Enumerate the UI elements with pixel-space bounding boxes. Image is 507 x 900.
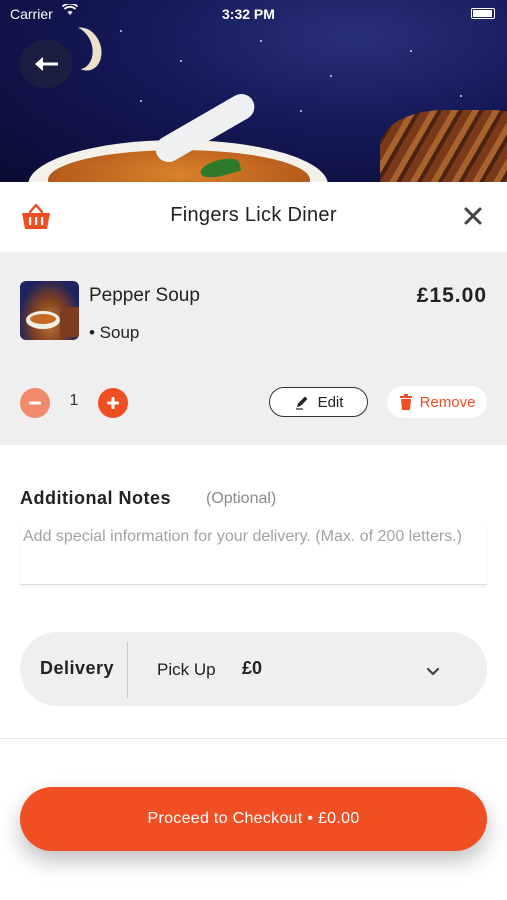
checkout-button-label: Proceed to Checkout • £0.00 [147,810,360,827]
proceed-to-checkout-button[interactable]: Proceed to Checkout • £0.00 [20,787,487,851]
remove-button-label: Remove [419,393,476,411]
star-decoration [300,110,302,112]
back-button[interactable] [20,40,72,88]
minus-icon [29,401,41,405]
chevron-down-icon[interactable] [424,662,442,680]
increase-quantity-button[interactable] [98,388,128,418]
page-title: Fingers Lick Diner [170,204,337,226]
pencil-icon [295,396,308,410]
grilled-meat-image [380,110,507,182]
item-name: Pepper Soup [89,285,200,306]
star-decoration [180,60,182,62]
trash-icon [399,394,412,410]
cart-item: Pepper Soup • Soup £15.00 1 Edit Remove [0,252,507,445]
quantity-value: 1 [69,392,79,409]
cart-header: Fingers Lick Diner [0,182,507,252]
star-decoration [330,75,332,77]
divider [127,642,128,698]
edit-button-label: Edit [317,393,344,411]
star-decoration [120,30,122,32]
notes-title: Additional Notes [20,488,171,508]
restaurant-hero-image [0,0,507,182]
star-decoration [260,40,262,42]
carrier-label: Carrier [10,6,53,22]
delivery-option: Pick Up [157,660,216,679]
plus-icon [107,397,119,409]
wifi-icon [61,2,79,19]
delivery-label: Delivery [40,658,115,678]
item-category: • Soup [89,323,140,342]
clock-label: 3:32 PM [222,6,275,22]
star-decoration [410,50,412,52]
battery-icon [471,8,495,19]
arrow-left-icon [35,57,58,71]
divider [0,738,507,739]
remove-item-button[interactable]: Remove [387,386,487,418]
item-thumbnail [20,281,79,340]
status-bar: Carrier 3:32 PM [0,2,507,24]
close-icon[interactable] [461,204,485,228]
additional-notes-input[interactable] [20,521,487,585]
item-price: £15.00 [416,284,487,307]
delivery-selector[interactable]: Delivery Pick Up £0 [20,632,487,706]
delivery-fee: £0 [242,658,263,678]
decrease-quantity-button[interactable] [20,388,50,418]
edit-item-button[interactable]: Edit [269,387,368,417]
star-decoration [460,95,462,97]
star-decoration [140,100,142,102]
notes-optional-label: (Optional) [206,490,277,507]
